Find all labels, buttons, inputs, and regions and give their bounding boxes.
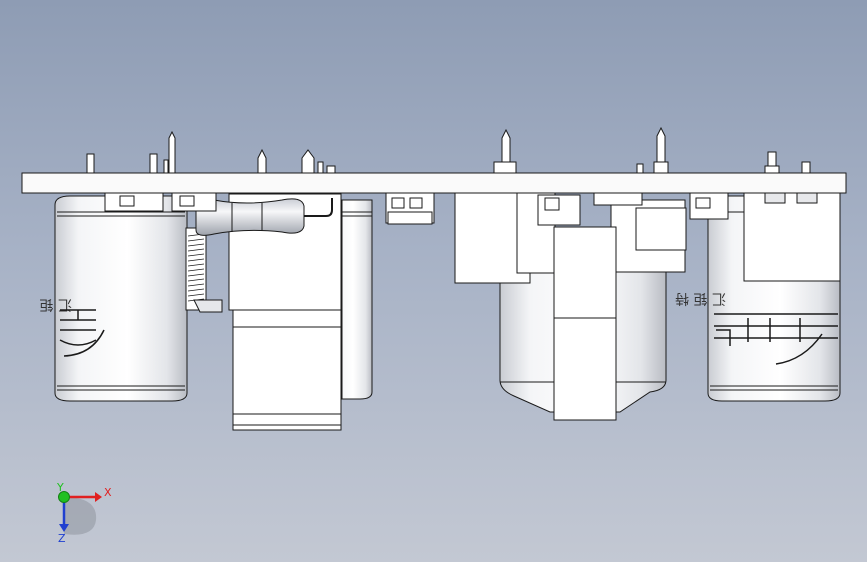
y-axis-label: Y xyxy=(56,481,64,494)
coil-spring xyxy=(185,227,223,313)
header-pins xyxy=(86,126,811,174)
x-axis-label: X xyxy=(104,486,112,499)
cad-graphics-viewport[interactable]: 汇 钜 汇 钜 特 X Y Z xyxy=(0,0,867,562)
svg-text:汇 钜 特: 汇 钜 特 xyxy=(675,290,726,306)
connector-left xyxy=(104,192,217,212)
coordinate-triad: X Y Z xyxy=(56,481,112,545)
z-axis-label: Z xyxy=(58,532,66,545)
pcb-assembly-model[interactable]: 汇 钜 汇 钜 特 X Y Z xyxy=(0,0,867,562)
capacitor-left: 汇 钜 xyxy=(40,195,188,402)
x-arrow-head xyxy=(95,492,102,502)
connector-middle xyxy=(385,192,435,225)
capacitor-right: 汇 钜 特 xyxy=(675,192,841,402)
pcb-board xyxy=(21,172,847,194)
